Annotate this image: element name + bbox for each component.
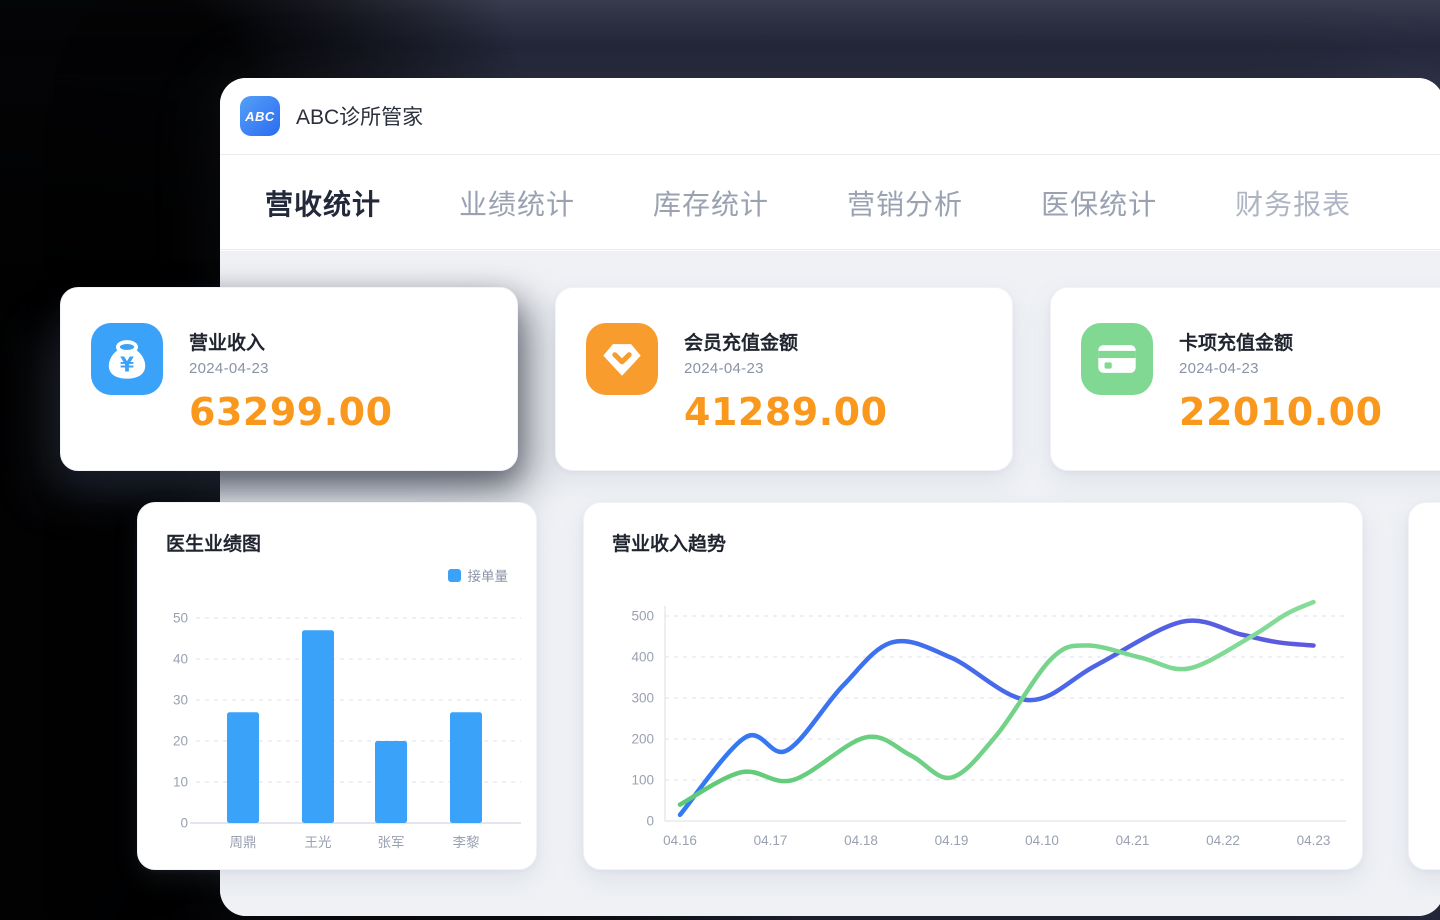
stat-title: 卡项充值金额 [1179,328,1293,355]
stat-title: 营业收入 [189,328,265,355]
doctor-performance-chart-card: 医生业绩图 接单量 0 10 20 30 40 50 周鼎 王光 张军 李黎 [137,502,537,870]
money-bag-icon: ¥ [91,323,163,395]
tab-performance-stats[interactable]: 业绩统计 [459,183,575,223]
tab-financial-report[interactable]: 财务报表 [1235,183,1351,223]
svg-text:40: 40 [173,652,188,667]
svg-text:04.10: 04.10 [1025,833,1059,848]
svg-text:10: 10 [173,775,188,790]
dashboard-screen: ABC ABC诊所管家 营收统计 业绩统计 库存统计 营销分析 医保统计 财务报… [0,0,1440,920]
chart-title: 营业收入趋势 [612,529,726,556]
revenue-trend-line-chart: 0 100 200 300 400 500 04.16 04.17 04.18 04.19 04.1… [584,503,1364,871]
doctor-performance-bar-chart: 0 10 20 30 40 50 周鼎 王光 张军 李黎 [138,503,538,871]
tab-bar: 营收统计 业绩统计 库存统计 营销分析 医保统计 财务报表 [220,156,1440,250]
chart-title: 医生业绩图 [166,529,261,556]
svg-text:30: 30 [173,693,188,708]
stat-value: 22010.00 [1179,390,1383,434]
svg-text:300: 300 [631,691,654,706]
bar-chart-legend: 接单量 [448,565,509,585]
stat-date: 2024-04-23 [1179,360,1259,377]
svg-text:04.17: 04.17 [754,833,788,848]
svg-text:20: 20 [173,734,188,749]
legend-swatch-icon [448,569,461,582]
svg-text:200: 200 [631,732,654,747]
stat-date: 2024-04-23 [189,360,269,377]
member-gem-icon [586,323,658,395]
stat-value: 63299.00 [189,390,393,434]
svg-text:500: 500 [631,609,654,624]
svg-text:¥: ¥ [120,352,134,376]
svg-text:04.22: 04.22 [1206,833,1240,848]
stat-date: 2024-04-23 [684,360,764,377]
svg-text:王光: 王光 [305,835,332,850]
svg-text:张军: 张军 [378,835,405,850]
svg-text:0: 0 [180,816,188,831]
svg-text:李黎: 李黎 [453,835,480,850]
tab-revenue-stats[interactable]: 营收统计 [265,183,381,223]
app-title: ABC诊所管家 [296,101,423,131]
svg-text:周鼎: 周鼎 [230,835,257,850]
svg-text:04.23: 04.23 [1297,833,1331,848]
svg-text:100: 100 [631,773,654,788]
svg-text:0: 0 [646,814,654,829]
tab-insurance-stats[interactable]: 医保统计 [1041,183,1157,223]
credit-card-icon [1081,323,1153,395]
svg-text:04.19: 04.19 [935,833,969,848]
app-header: ABC ABC诊所管家 [220,78,1440,155]
svg-text:04.16: 04.16 [663,833,697,848]
tab-inventory-stats[interactable]: 库存统计 [653,183,769,223]
tab-marketing-analysis[interactable]: 营销分析 [847,183,963,223]
svg-text:04.18: 04.18 [844,833,878,848]
svg-text:04.21: 04.21 [1116,833,1150,848]
app-logo-icon: ABC [240,96,280,136]
svg-text:400: 400 [631,650,654,665]
stat-card-revenue: ¥ 营业收入 2024-04-23 63299.00 [60,287,518,471]
revenue-trend-chart-card: 营业收入趋势 0 100 200 300 400 500 04.16 04.17 04.18 04… [583,502,1363,870]
clipped-right-card [1408,502,1440,870]
stat-title: 会员充值金额 [684,328,798,355]
svg-text:50: 50 [173,611,188,626]
stat-value: 41289.00 [684,390,888,434]
stat-card-card-recharge: 卡项充值金额 2024-04-23 22010.00 [1050,287,1440,471]
stat-card-member-recharge: 会员充值金额 2024-04-23 41289.00 [555,287,1013,471]
legend-label: 接单量 [468,565,509,585]
